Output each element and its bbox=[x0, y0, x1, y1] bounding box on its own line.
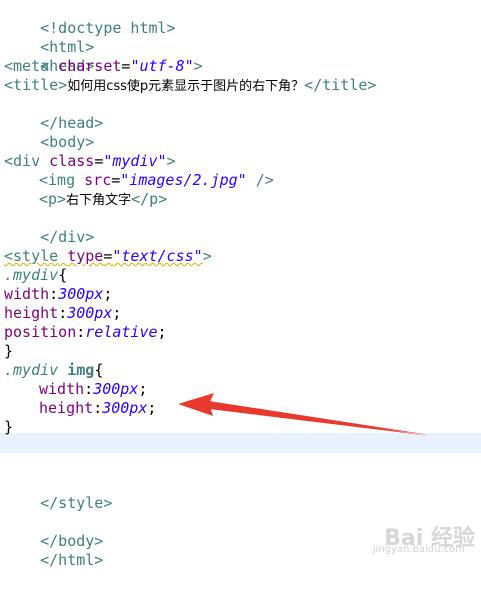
code-line-22: height:300px; bbox=[39, 399, 157, 417]
code-line-21: width:300px; bbox=[39, 380, 148, 398]
div-close: </div> bbox=[40, 228, 95, 246]
style-tag: <style bbox=[4, 247, 59, 265]
code-editor[interactable]: <!doctype html> <html> <head> <meta char… bbox=[0, 0, 481, 569]
code-line-7: <body> bbox=[4, 114, 94, 151]
code-line-10: <img src="images/2.jpg" /> bbox=[39, 171, 274, 189]
style-end: > bbox=[202, 247, 212, 265]
img-end: /> bbox=[255, 171, 274, 189]
css-value: 300px bbox=[58, 285, 104, 303]
meta-attr: charset bbox=[58, 57, 122, 75]
code-line-17: height:300px; bbox=[4, 304, 122, 322]
meta-end: > bbox=[193, 57, 203, 75]
img-attr: src bbox=[84, 171, 112, 189]
baidu-watermark: Bai 经验 jingyan.baidu.com bbox=[373, 520, 475, 555]
div-tag: <div bbox=[4, 152, 41, 170]
style-value: "text/css" bbox=[112, 247, 203, 265]
code-line-26: </style> bbox=[4, 475, 112, 512]
meta-value: "utf-8" bbox=[130, 57, 194, 75]
p-close: </p> bbox=[131, 190, 168, 208]
code-line-3: <head> bbox=[4, 38, 94, 75]
css-brace-open: { bbox=[94, 361, 104, 379]
current-line-highlight bbox=[0, 433, 481, 453]
css-brace-close: } bbox=[4, 342, 14, 360]
meta-tag: <meta bbox=[4, 57, 50, 75]
html-close: </html> bbox=[40, 551, 104, 569]
css-brace-close: } bbox=[4, 418, 14, 436]
div-value: "mydiv" bbox=[103, 152, 167, 170]
css-selector: .mydiv bbox=[4, 361, 59, 379]
code-line-18: position:relative; bbox=[4, 323, 167, 341]
code-line-19: } bbox=[4, 342, 13, 361]
title-close: </title> bbox=[304, 76, 377, 94]
code-line-16: width:300px; bbox=[4, 285, 113, 303]
code-line-15: .mydiv{ bbox=[4, 266, 67, 285]
body-open: <body> bbox=[40, 133, 95, 151]
code-line-29: </html> bbox=[4, 532, 103, 569]
img-tag: <img bbox=[39, 171, 76, 189]
div-end: > bbox=[166, 152, 176, 170]
code-line-12: </div> bbox=[4, 209, 94, 246]
img-value: "images/2.jpg" bbox=[120, 171, 247, 189]
code-line-20: .mydiv img{ bbox=[4, 361, 103, 380]
css-prop: width bbox=[39, 380, 85, 398]
css-value: 300px bbox=[67, 304, 113, 322]
code-line-14: <style type="text/css"> bbox=[4, 247, 212, 265]
css-prop: height bbox=[39, 399, 94, 417]
css-element: img bbox=[67, 361, 95, 379]
p-open: <p> bbox=[39, 190, 67, 208]
code-line-6: </head> bbox=[4, 95, 103, 132]
p-text: 右下角文字 bbox=[66, 193, 132, 208]
code-line-5: <title>如何用css使p元素显示于图片的右下角？</title> bbox=[4, 76, 376, 95]
css-value: 300px bbox=[102, 399, 148, 417]
style-attr: type bbox=[67, 247, 104, 265]
code-line-11: <p>右下角文字</p> bbox=[39, 190, 167, 209]
code-line-28: </body> bbox=[4, 513, 103, 550]
code-line-1: <!doctype html> bbox=[4, 0, 175, 37]
title-open: <title> bbox=[4, 76, 68, 94]
css-brace-open: { bbox=[58, 266, 68, 284]
css-prop: position bbox=[4, 323, 77, 341]
watermark-sub: jingyan.baidu.com bbox=[372, 544, 465, 555]
code-line-23: } bbox=[4, 418, 13, 437]
css-prop: width bbox=[4, 285, 50, 303]
css-selector: .mydiv bbox=[4, 266, 59, 284]
css-value: 300px bbox=[93, 380, 139, 398]
div-attr: class bbox=[49, 152, 95, 170]
code-line-4: <meta charset="utf-8"> bbox=[4, 57, 203, 75]
css-value: relative bbox=[85, 323, 158, 341]
style-close: </style> bbox=[40, 494, 113, 512]
code-line-2: <html> bbox=[4, 19, 94, 56]
css-prop: height bbox=[4, 304, 59, 322]
code-line-9: <div class="mydiv"> bbox=[4, 152, 176, 170]
title-text: 如何用css使p元素显示于图片的右下角？ bbox=[67, 79, 305, 94]
